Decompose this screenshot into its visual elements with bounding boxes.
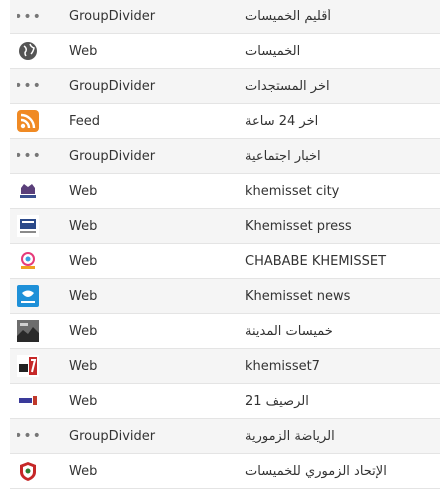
site-logo-icon [17, 460, 39, 482]
item-type: Web [69, 183, 98, 199]
item-type: Web [69, 358, 98, 374]
list-item[interactable]: Web الإتحاد الزموري للخميسات [10, 454, 440, 489]
site-logo-icon [17, 390, 39, 412]
list-item[interactable]: Web الخميسات [10, 34, 440, 69]
item-type: Web [69, 323, 98, 339]
item-title: الرصيف 21 [245, 393, 309, 409]
item-type: Feed [69, 113, 101, 129]
item-type: Web [69, 253, 98, 269]
site-logo-icon [17, 285, 39, 307]
item-type: Web [69, 288, 98, 304]
item-type: GroupDivider [69, 428, 156, 444]
item-title: أقليم الخميسات [245, 9, 332, 24]
list-item[interactable]: Web khemisset7 [10, 349, 440, 384]
item-title: الرياضة الزمورية [245, 428, 335, 444]
item-type: Web [69, 463, 98, 479]
item-type: Web [69, 393, 98, 409]
list-item[interactable]: Web الرصيف 21 [10, 384, 440, 419]
item-title: khemisset7 [245, 358, 320, 374]
item-type: Web [69, 218, 98, 234]
item-title: اخبار اجتماعية [245, 148, 321, 164]
list-item[interactable]: Web CHABABE KHEMISSET [10, 244, 440, 279]
group-divider-icon: ••• [17, 148, 39, 164]
item-title: Khemisset press [245, 218, 352, 234]
list-item[interactable]: Web Khemisset press [10, 209, 440, 244]
item-title: خميسات المدينة [245, 323, 333, 339]
site-logo-icon [17, 320, 39, 342]
item-title: الإتحاد الزموري للخميسات [245, 463, 387, 479]
item-title: الخميسات [245, 43, 301, 59]
item-title: khemisset city [245, 183, 340, 199]
list-item[interactable]: Feed اخر 24 ساعة [10, 104, 440, 139]
item-type: GroupDivider [69, 78, 156, 94]
item-type: Web [69, 43, 98, 59]
site-logo-icon [17, 355, 39, 377]
group-divider-icon: ••• [17, 428, 39, 444]
group-divider-icon: ••• [17, 8, 39, 25]
list-item[interactable]: Web Khemisset news [10, 279, 440, 314]
list-item[interactable]: Web khemisset city [10, 174, 440, 209]
item-title: اخر المستجدات [245, 78, 330, 94]
list-item[interactable]: ••• GroupDivider الرياضة الزمورية [10, 419, 440, 454]
list-item[interactable]: Web خميسات المدينة [10, 314, 440, 349]
rss-feed-icon [17, 110, 39, 132]
globe-icon [17, 40, 39, 62]
group-divider-icon: ••• [17, 78, 39, 94]
site-logo-icon [17, 180, 39, 202]
list-item[interactable]: ••• GroupDivider أقليم الخميسات [10, 0, 440, 34]
item-type: GroupDivider [69, 148, 156, 164]
item-type: GroupDivider [69, 9, 156, 24]
site-logo-icon [17, 215, 39, 237]
item-list: ••• GroupDivider أقليم الخميسات Web الخم… [0, 0, 440, 489]
site-logo-icon [17, 250, 39, 272]
list-item[interactable]: ••• GroupDivider اخر المستجدات [10, 69, 440, 104]
list-item[interactable]: ••• GroupDivider اخبار اجتماعية [10, 139, 440, 174]
item-title: Khemisset news [245, 288, 351, 304]
item-title: CHABABE KHEMISSET [245, 253, 387, 269]
item-title: اخر 24 ساعة [245, 113, 319, 129]
